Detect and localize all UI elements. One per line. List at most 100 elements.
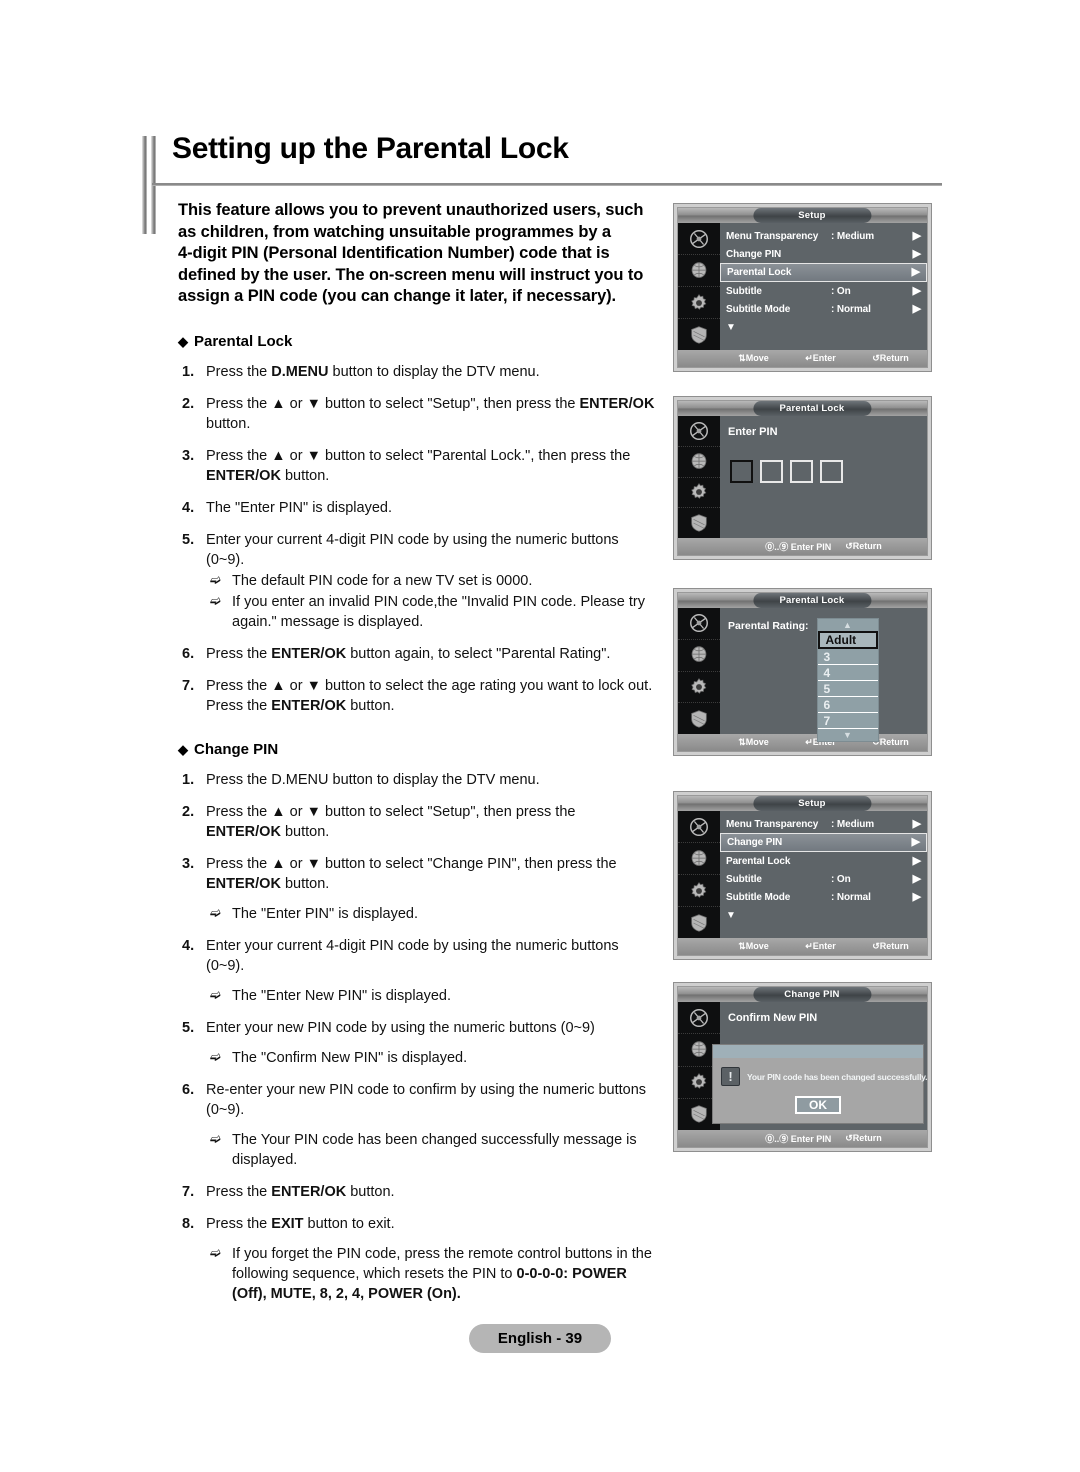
globe-icon xyxy=(678,843,720,875)
footer-move: ⇅Move xyxy=(738,941,769,951)
return-arrow-icon: ↺ xyxy=(845,1133,853,1143)
osd-screen: Setup Menu Transparency: Medium ▶ Chang… xyxy=(677,795,928,956)
scroll-down-icon[interactable]: ▼ xyxy=(817,729,878,741)
note-item: ➫ The "Confirm New PIN" is displayed. xyxy=(178,1048,658,1068)
return-arrow-icon: ↺ xyxy=(872,353,880,363)
step-text: Press the ENTER/OK button. xyxy=(206,1183,395,1200)
chevron-down-icon: ▼ xyxy=(726,909,736,921)
globe-icon xyxy=(678,640,720,672)
step-number: 1. xyxy=(182,363,195,380)
arrow-bullet-icon: ➫ xyxy=(210,987,221,1003)
step-text: Re-enter your new PIN code to confirm by… xyxy=(206,1081,647,1118)
step-number: 3. xyxy=(182,855,195,872)
footer-enter: ↵Enter xyxy=(805,941,836,951)
rating-option-adult[interactable]: Adult xyxy=(817,631,878,649)
step-item: 2. Press the ▲ or ▼ button to select "Se… xyxy=(178,802,658,842)
pin-digit-box[interactable] xyxy=(760,460,783,483)
gear-icon xyxy=(678,287,720,319)
confirm-new-pin-label: Confirm New PIN xyxy=(728,1012,818,1024)
return-arrow-icon: ↺ xyxy=(872,941,880,951)
pin-digit-box[interactable] xyxy=(790,460,813,483)
success-dialog: ! Your PIN code has been changed success… xyxy=(712,1044,928,1124)
step-number: 3. xyxy=(182,447,195,464)
menu-item-label: Menu Transparency xyxy=(726,230,819,242)
menu-item-menu-transparency[interactable]: Menu Transparency : Medium ▶ xyxy=(720,227,927,245)
menu-item-subtitle-mode[interactable]: Subtitle Mode : Normal ▶ xyxy=(720,300,927,318)
osd-screen: Parental Lock xyxy=(677,592,928,752)
section-heading-label: Change PIN xyxy=(194,740,279,758)
pin-entry-field[interactable] xyxy=(720,438,927,483)
rating-option-5[interactable]: 5 xyxy=(817,681,878,697)
menu-item-label: Parental Lock xyxy=(726,855,791,867)
section-heading-parental-lock: ◆ Parental Lock xyxy=(178,333,658,350)
dialog-actions: OK xyxy=(713,1090,923,1123)
menu-scroll-more[interactable]: ▼ xyxy=(720,906,927,924)
exclamation-icon: ! xyxy=(721,1067,740,1086)
pin-digit-box[interactable] xyxy=(820,460,843,483)
menu-item-label: Subtitle Mode xyxy=(726,303,791,315)
screenshot-setup-change-pin: Setup Menu Transparency: Medium ▶ Chang… xyxy=(673,791,932,960)
arrow-bullet-icon: ➫ xyxy=(210,905,221,921)
footer-return: ↺Return xyxy=(845,1133,882,1143)
menu-item-parental-lock[interactable]: Parental Lock ▶ xyxy=(720,852,927,870)
section-heading-label: Parental Lock xyxy=(194,332,293,350)
menu-item-parental-lock[interactable]: Parental Lock ▶ xyxy=(720,263,927,282)
ok-button[interactable]: OK xyxy=(795,1096,841,1114)
screenshot-parental-rating: Parental Lock Parental Rating: ▲ Adult 3… xyxy=(673,588,932,756)
menu-item-subtitle[interactable]: Subtitle : On ▶ xyxy=(720,282,927,300)
osd-icon-rail xyxy=(678,223,720,350)
dialog-message-text: Your PIN code has been changed successfu… xyxy=(747,1071,928,1082)
menu-item-label: Subtitle xyxy=(726,873,762,885)
menu-item-change-pin[interactable]: Change PIN ▶ xyxy=(720,833,927,852)
note-item: ➫ The "Enter New PIN" is displayed. xyxy=(178,986,658,1006)
osd-title: Change PIN xyxy=(752,987,871,1002)
step-number: 6. xyxy=(182,1081,195,1098)
pin-digit-box[interactable] xyxy=(730,460,753,483)
arrow-bullet-icon: ➫ xyxy=(210,1131,221,1147)
antenna-icon xyxy=(678,811,720,843)
arrow-bullet-icon: ➫ xyxy=(210,1245,221,1261)
step-text: Press the D.MENU button to display the D… xyxy=(206,363,540,380)
footer-numeric-keys: ⓪..⑨ Enter PIN xyxy=(765,542,832,552)
scroll-up-icon[interactable]: ▲ xyxy=(817,619,878,631)
osd-title: Setup xyxy=(752,796,871,811)
chevron-right-icon: ▶ xyxy=(912,817,921,830)
footer-move: ⇅Move xyxy=(738,353,769,363)
rating-option-6[interactable]: 6 xyxy=(817,697,878,713)
step-number: 5. xyxy=(182,1019,195,1036)
intro-line: defined by the user. The on-screen menu … xyxy=(178,265,644,284)
return-arrow-icon: ↺ xyxy=(845,541,853,551)
rating-option-list[interactable]: ▲ Adult 3 4 5 6 7 ▼ xyxy=(816,618,879,742)
note-text: If you forget the PIN code, press the re… xyxy=(232,1245,652,1302)
rating-option-4[interactable]: 4 xyxy=(817,665,878,681)
step-item: 6. Re-enter your new PIN code to confirm… xyxy=(178,1080,658,1120)
menu-scroll-more[interactable]: ▼ xyxy=(720,318,927,336)
chevron-right-icon: ▶ xyxy=(912,890,921,903)
osd-title-bar: Change PIN xyxy=(678,987,927,1002)
menu-item-subtitle[interactable]: Subtitle : On ▶ xyxy=(720,870,927,888)
note-item: ➫ The default PIN code for a new TV set … xyxy=(178,571,658,591)
osd-title-bar: Parental Lock xyxy=(678,401,927,416)
chevron-right-icon: ▶ xyxy=(912,854,921,867)
osd-title: Setup xyxy=(752,208,871,223)
osd-footer-bar: ⇅Move ↵Enter ↺Return xyxy=(678,938,927,955)
globe-icon xyxy=(678,447,720,478)
osd-pin-area: Enter PIN xyxy=(720,416,927,538)
rating-option-3[interactable]: 3 xyxy=(817,649,878,665)
note-item: ➫ The "Enter PIN" is displayed. xyxy=(178,904,658,924)
osd-screen: Setup Menu Transparency: Medium ▶ Chang… xyxy=(677,207,928,368)
osd-icon-rail xyxy=(678,811,720,938)
note-item: ➫ If you forget the PIN code, press the … xyxy=(178,1244,658,1304)
step-number: 4. xyxy=(182,499,195,516)
menu-item-menu-transparency[interactable]: Menu Transparency : Medium ▶ xyxy=(720,815,927,833)
step-number: 5. xyxy=(182,531,195,548)
note-text: The "Enter PIN" is displayed. xyxy=(232,905,418,922)
step-number: 8. xyxy=(182,1215,195,1232)
rating-option-7[interactable]: 7 xyxy=(817,713,878,729)
menu-item-label: Subtitle xyxy=(726,285,762,297)
menu-item-change-pin[interactable]: Change PIN ▶ xyxy=(720,245,927,263)
menu-item-value: : Medium xyxy=(831,818,875,830)
gear-icon xyxy=(678,672,720,704)
menu-item-subtitle-mode[interactable]: Subtitle Mode : Normal ▶ xyxy=(720,888,927,906)
step-item: 5. Enter your new PIN code by using the … xyxy=(178,1018,658,1038)
